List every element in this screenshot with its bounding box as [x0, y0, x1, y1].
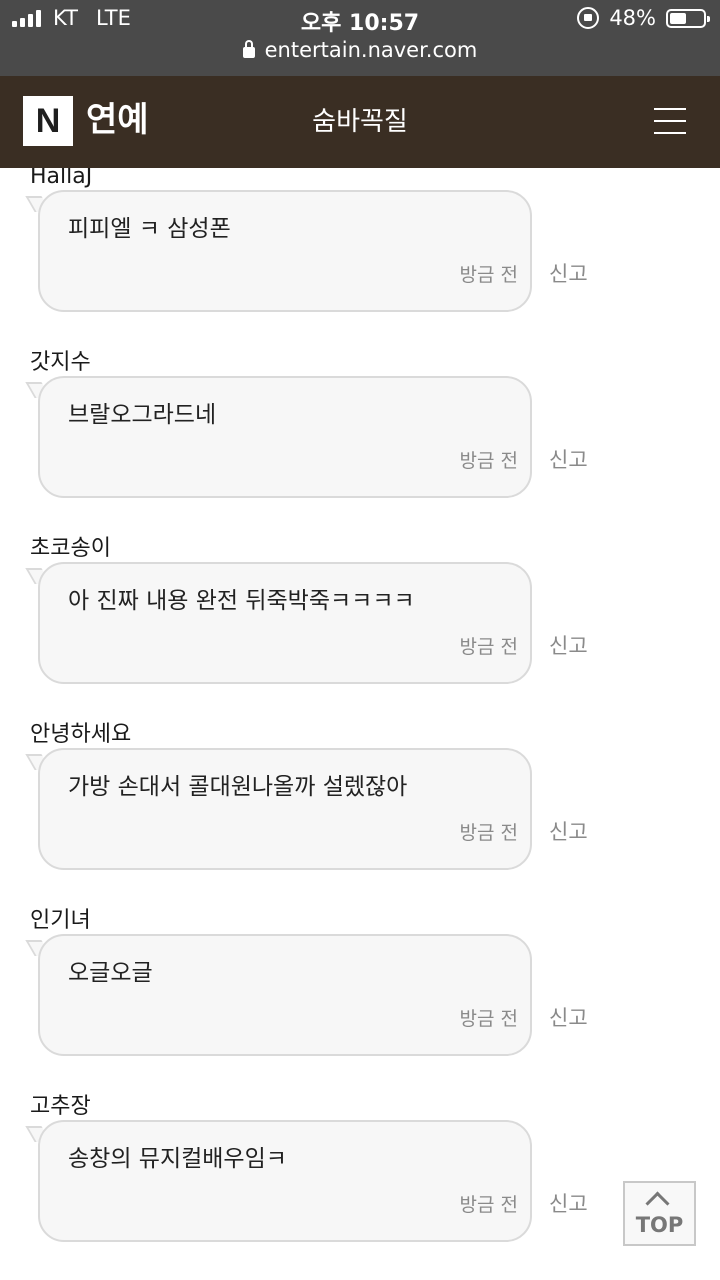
comment-author[interactable]: 고추장	[30, 1092, 91, 1122]
comment-bubble: 가방 손대서 콜대원나올까 설렜잖아 방금 전	[38, 748, 532, 870]
report-button[interactable]: 신고	[549, 1190, 588, 1218]
comment-author[interactable]: HallaJ	[30, 168, 92, 192]
hamburger-menu-icon[interactable]	[654, 106, 686, 136]
comment-text: 피피엘 ㅋ 삼성폰	[68, 216, 231, 242]
page-title: 숨바꼭질	[312, 107, 408, 137]
battery-percent: 48%	[609, 6, 656, 30]
comment-item: 안녕하세요 가방 손대서 콜대원나올까 설렜잖아 방금 전 신고	[0, 720, 720, 906]
comment-author[interactable]: 초코송이	[30, 534, 111, 564]
report-button[interactable]: 신고	[549, 1004, 588, 1032]
comment-text: 가방 손대서 콜대원나올까 설렜잖아	[68, 774, 408, 800]
report-button[interactable]: 신고	[549, 446, 588, 474]
report-button[interactable]: 신고	[549, 818, 588, 846]
comment-author[interactable]: 인기녀	[30, 906, 91, 936]
status-bar: KT LTE 오후 10:57 48% entertain.naver.com	[0, 0, 720, 76]
comment-bubble: 피피엘 ㅋ 삼성폰 방금 전	[38, 190, 532, 312]
top-label: TOP	[635, 1213, 684, 1237]
comment-bubble: 오글오글 방금 전	[38, 934, 532, 1056]
scroll-top-button[interactable]: TOP	[623, 1181, 696, 1246]
comment-list: HallaJ 피피엘 ㅋ 삼성폰 방금 전 신고 갓지수 브랄오그라드네 방금 …	[0, 168, 720, 1280]
address-bar[interactable]: entertain.naver.com	[0, 38, 720, 62]
report-button[interactable]: 신고	[549, 632, 588, 660]
report-button[interactable]: 신고	[549, 260, 588, 288]
comment-item: 고추장 송창의 뮤지컬배우임ㅋ 방금 전 신고	[0, 1092, 720, 1278]
comment-bubble: 송창의 뮤지컬배우임ㅋ 방금 전	[38, 1120, 532, 1242]
comment-text: 브랄오그라드네	[68, 402, 217, 428]
rotation-lock-icon	[577, 7, 600, 29]
comment-time: 방금 전	[459, 1194, 518, 1216]
comment-item: 초코송이 아 진짜 내용 완전 뒤죽박죽ㅋㅋㅋㅋ 방금 전 신고	[0, 534, 720, 720]
padlock-icon	[242, 40, 255, 58]
comment-text: 오글오글	[68, 960, 153, 986]
comment-author[interactable]: 갓지수	[30, 348, 91, 378]
url-text: entertain.naver.com	[264, 38, 478, 62]
comment-author[interactable]: 안녕하세요	[30, 720, 131, 750]
comment-time: 방금 전	[459, 636, 518, 658]
comment-item: HallaJ 피피엘 ㅋ 삼성폰 방금 전 신고	[0, 168, 720, 348]
site-header: N 연예 숨바꼭질	[0, 76, 720, 168]
comment-text: 아 진짜 내용 완전 뒤죽박죽ㅋㅋㅋㅋ	[68, 588, 415, 614]
comment-time: 방금 전	[459, 450, 518, 472]
comment-time: 방금 전	[459, 264, 518, 286]
comment-time: 방금 전	[459, 822, 518, 844]
comment-item: 인기녀 오글오글 방금 전 신고	[0, 906, 720, 1092]
comment-text: 송창의 뮤지컬배우임ㅋ	[68, 1146, 287, 1172]
comment-time: 방금 전	[459, 1008, 518, 1030]
comment-bubble: 브랄오그라드네 방금 전	[38, 376, 532, 498]
battery-icon	[666, 8, 710, 28]
status-right: 48%	[577, 6, 710, 30]
comment-bubble: 아 진짜 내용 완전 뒤죽박죽ㅋㅋㅋㅋ 방금 전	[38, 562, 532, 684]
comment-item: 갓지수 브랄오그라드네 방금 전 신고	[0, 348, 720, 534]
